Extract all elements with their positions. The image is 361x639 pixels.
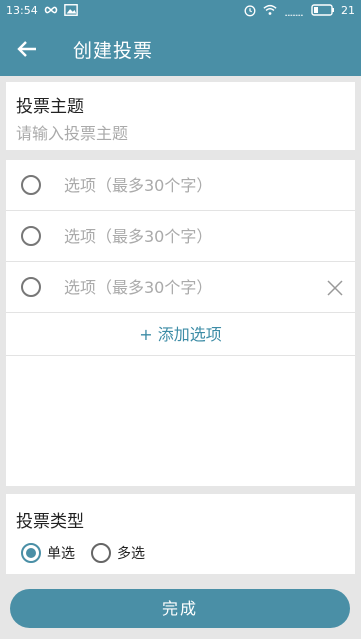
option-row <box>6 262 355 313</box>
radio-checked-icon <box>21 543 41 563</box>
option-input[interactable] <box>64 172 314 198</box>
close-icon[interactable] <box>326 279 344 297</box>
subject-input[interactable] <box>16 121 346 145</box>
signal-icon <box>285 14 303 16</box>
app-bar: 创建投票 <box>0 22 361 76</box>
vote-type-label: 投票类型 <box>16 512 84 532</box>
done-button[interactable]: 完成 <box>10 589 350 628</box>
option-input[interactable] <box>64 223 314 249</box>
image-icon <box>64 4 78 16</box>
page-title: 创建投票 <box>73 40 154 62</box>
infinity-icon <box>44 6 58 14</box>
option-row <box>6 211 355 262</box>
subject-label: 投票主题 <box>16 97 84 117</box>
alarm-icon <box>244 5 256 17</box>
wifi-icon <box>263 4 277 15</box>
radio-unchecked-icon <box>91 543 111 563</box>
option-radio <box>21 277 41 297</box>
options-card: + 添加选项 <box>6 160 355 486</box>
add-option-button[interactable]: + 添加选项 <box>6 313 355 356</box>
option-input[interactable] <box>64 274 314 300</box>
status-time: 13:54 <box>6 4 38 17</box>
arrow-left-icon[interactable] <box>14 36 40 62</box>
subject-card: 投票主题 <box>6 82 355 150</box>
multiple-choice-radio[interactable]: 多选 <box>91 543 145 563</box>
option-radio <box>21 175 41 195</box>
option-radio <box>21 226 41 246</box>
single-choice-label: 单选 <box>47 546 75 562</box>
single-choice-radio[interactable]: 单选 <box>21 543 75 563</box>
vote-type-card: 投票类型 单选 多选 <box>6 494 355 574</box>
battery-level: 21 <box>341 3 355 17</box>
multiple-choice-label: 多选 <box>117 546 145 562</box>
status-bar: 13:54 21 <box>0 0 361 22</box>
battery-icon <box>311 4 334 16</box>
option-row <box>6 160 355 211</box>
